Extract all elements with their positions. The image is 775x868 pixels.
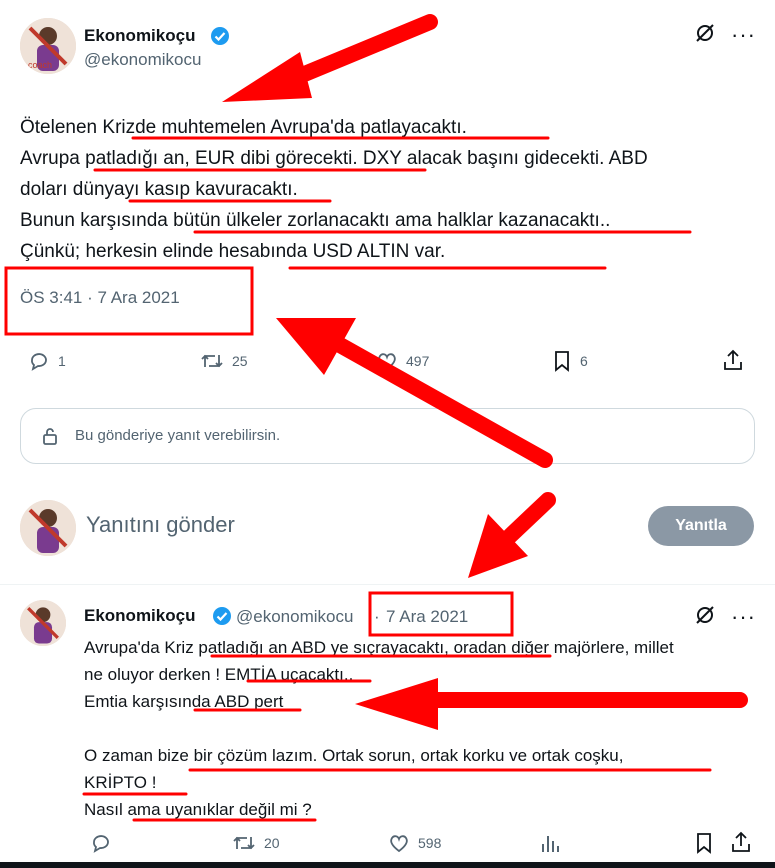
user-avatar[interactable] <box>20 500 76 556</box>
reply-date[interactable]: 7 Ara 2021 <box>386 607 468 627</box>
bookmark-action[interactable]: 6 <box>552 350 588 372</box>
like-count: 497 <box>406 353 430 369</box>
retweet-action[interactable]: 25 <box>200 350 248 372</box>
author-avatar[interactable]: coach <box>20 18 76 74</box>
annotation-arrowhead <box>276 318 356 375</box>
svg-text:coach: coach <box>28 60 52 70</box>
retweet-count: 25 <box>232 353 248 369</box>
reply-author-avatar[interactable] <box>20 600 66 646</box>
views-icon[interactable] <box>540 832 560 854</box>
reply-permission-box: Bu gönderiye yanıt verebilirsin. <box>20 408 755 464</box>
reply-share-icon[interactable] <box>730 830 752 854</box>
reply-bookmark-icon[interactable] <box>694 832 714 854</box>
tweet-text: Ötelenen Krizde muhtemelen Avrupa'da pat… <box>20 117 648 262</box>
heart-icon <box>376 350 398 372</box>
reply-retweet-action[interactable]: 20 <box>232 832 280 854</box>
reply-tweet-text: Avrupa'da Kriz patladığı an ABD ye sıçra… <box>84 638 674 819</box>
reply-verified-badge-icon <box>212 606 232 626</box>
tweet-timestamp[interactable]: ÖS 3:41 · 7 Ara 2021 <box>20 288 180 308</box>
reply-retweet-icon <box>232 832 256 854</box>
annotation-arrow <box>282 14 438 88</box>
lock-icon <box>41 426 59 446</box>
reply-like-action[interactable]: 598 <box>388 832 441 854</box>
bookmark-icon <box>552 350 572 372</box>
share-icon[interactable] <box>722 348 744 372</box>
reply-icon <box>28 350 50 372</box>
reply-retweet-count: 20 <box>264 835 280 851</box>
bookmark-count: 6 <box>580 353 588 369</box>
reply-grok-icon[interactable] <box>694 604 716 626</box>
reply-heart-icon <box>388 832 410 854</box>
reply-more-options-icon[interactable]: ··· <box>731 604 756 630</box>
verified-badge-icon <box>210 26 230 46</box>
author-handle[interactable]: @ekonomikocu <box>84 50 201 70</box>
reply-input[interactable]: Yanıtını gönder <box>86 512 606 538</box>
grok-icon[interactable] <box>694 22 716 44</box>
reply-button[interactable]: Yanıtla <box>648 506 754 546</box>
reply-author-handle[interactable]: @ekonomikocu <box>236 607 353 627</box>
reply-permission-text: Bu gönderiye yanıt verebilirsin. <box>75 427 281 444</box>
reply-count: 1 <box>58 353 66 369</box>
reply-separator: · <box>374 607 380 626</box>
like-action[interactable]: 497 <box>376 350 429 372</box>
annotation-arrowhead <box>222 52 312 102</box>
reply-author-name[interactable]: Ekonomikoçu <box>84 606 195 626</box>
author-name[interactable]: Ekonomikoçu <box>84 26 195 46</box>
reply-like-count: 598 <box>418 835 442 851</box>
retweet-icon <box>200 350 224 372</box>
reply-reply-icon[interactable] <box>90 832 112 854</box>
more-options-icon[interactable]: ··· <box>731 22 756 48</box>
reply-action[interactable]: 1 <box>28 350 66 372</box>
